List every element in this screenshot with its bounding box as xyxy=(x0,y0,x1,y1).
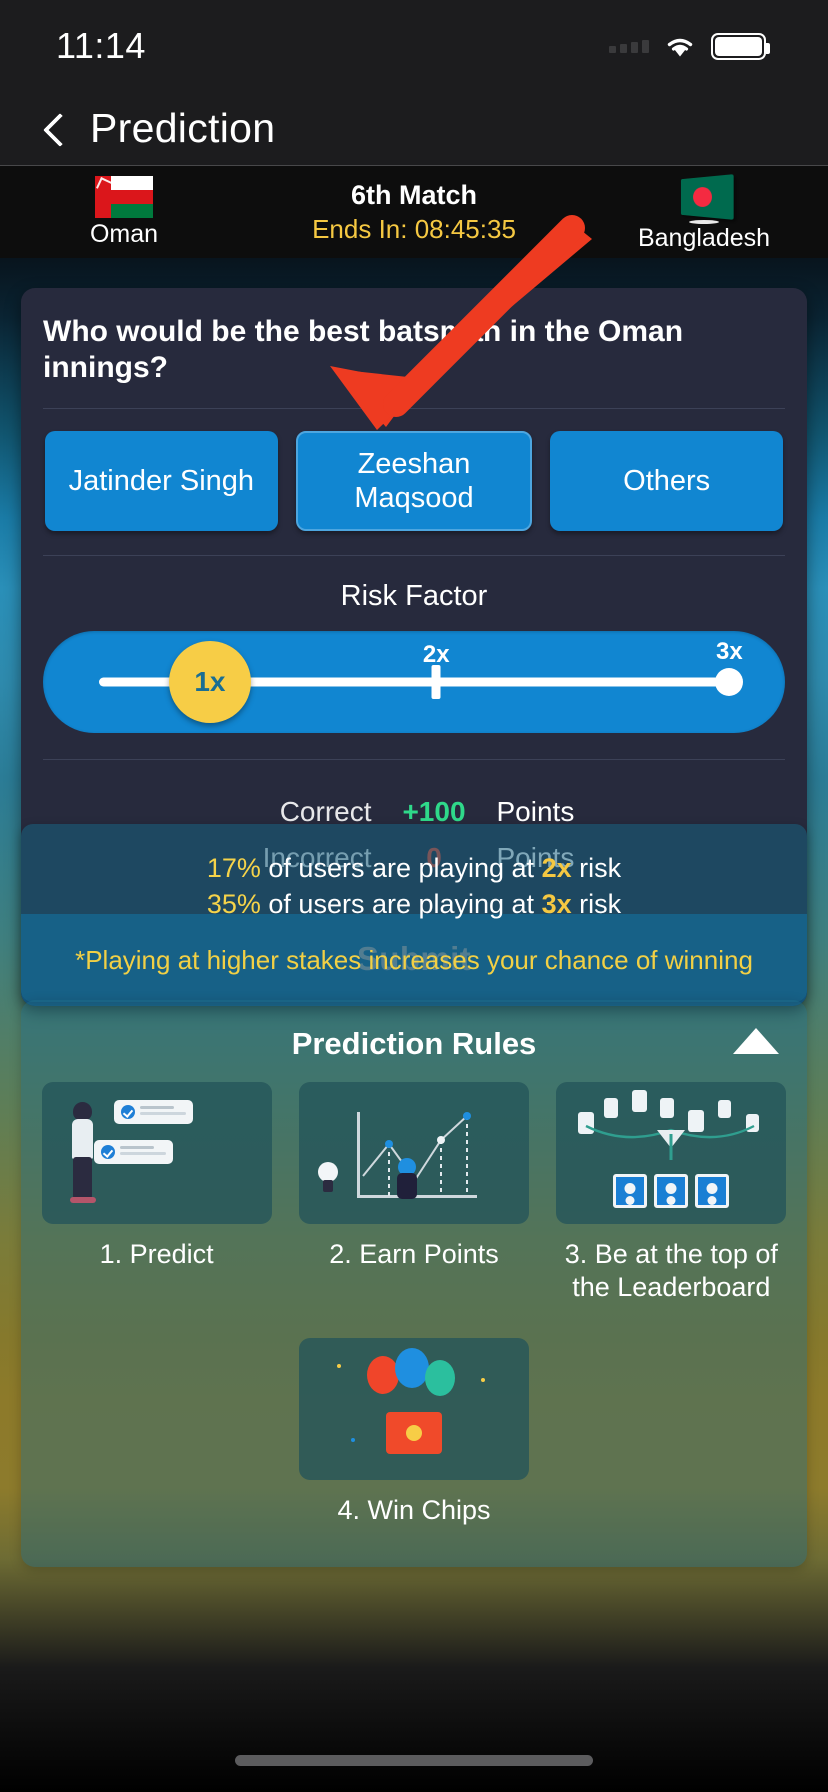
slider-tick-3x[interactable]: 3x xyxy=(715,638,744,696)
predict-illustration xyxy=(41,1082,272,1224)
risk-factor-label: Risk Factor xyxy=(340,580,488,612)
rules-grid: 1. Predict 2. Earn Points 3. Be at the t… xyxy=(39,1082,789,1304)
slider-tick-2x[interactable]: 2x xyxy=(423,641,450,699)
rules-header: Prediction Rules xyxy=(39,1022,789,1082)
risk-stats-card: 17% of users are playing at 2x risk 35% … xyxy=(21,824,807,1002)
match-title: 6th Match xyxy=(350,179,477,210)
stat-pct-3x: 35% xyxy=(206,889,261,919)
rule-item-3[interactable]: 3. Be at the top of the Leaderboard xyxy=(554,1082,789,1304)
stat-mult-2x: 2x xyxy=(541,853,572,883)
option-group: Jatinder Singh Zeeshan Maqsood Others xyxy=(21,409,807,555)
stat-mid-2x: of users are playing at xyxy=(268,853,535,883)
cellular-signal-icon xyxy=(609,39,649,53)
wifi-icon xyxy=(663,33,697,59)
rules-grid-row-2: 4. Win Chips xyxy=(39,1337,789,1527)
prediction-question: Who would be the best batsman in the Oma… xyxy=(43,315,684,384)
bangladesh-flag-icon xyxy=(677,172,734,222)
match-header: Oman 6th Match Ends In: 08:45:35 Banglad… xyxy=(0,166,828,258)
prediction-rules-card: Prediction Rules 1. Predict 2. Earn Poin… xyxy=(21,1000,807,1567)
app-screen: 11:14 Prediction Oman 6th Match Ends In:… xyxy=(0,0,828,1792)
stat-pct-2x: 17% xyxy=(206,853,261,883)
navigation-bar: Prediction xyxy=(0,92,828,166)
stat-line-2x: 17% of users are playing at 2x risk xyxy=(39,853,789,884)
oman-flag-icon xyxy=(95,175,153,218)
slider-tick-label-3x: 3x xyxy=(715,638,743,665)
status-icons xyxy=(609,32,770,60)
rules-title: Prediction Rules xyxy=(291,1026,537,1061)
rule-label-2: 2. Earn Points xyxy=(329,1239,499,1269)
rule-item-4[interactable]: 4. Win Chips xyxy=(299,1337,529,1527)
slider-knob[interactable]: 1x xyxy=(168,641,251,723)
match-info: 6th Match Ends In: 08:45:35 xyxy=(214,180,614,245)
leaderboard-illustration xyxy=(556,1082,787,1224)
scroll-content: Who would be the best batsman in the Oma… xyxy=(0,258,828,1792)
team-left: Oman xyxy=(34,175,214,249)
battery-icon xyxy=(711,32,770,60)
stat-mid-3x: of users are playing at xyxy=(268,889,535,919)
rule-item-2[interactable]: 2. Earn Points xyxy=(296,1082,531,1304)
option-button-2[interactable]: Others xyxy=(550,431,784,531)
caret-up-icon[interactable] xyxy=(733,1028,779,1054)
option-button-1[interactable]: Zeeshan Maqsood xyxy=(295,431,533,531)
home-indicator[interactable] xyxy=(235,1755,593,1766)
rule-label-1: 1. Predict xyxy=(99,1239,214,1269)
team-right-name: Bangladesh xyxy=(637,223,771,252)
stat-note: *Playing at higher stakes increases your… xyxy=(75,945,753,975)
stat-line-3x: 35% of users are playing at 3x risk xyxy=(39,889,789,920)
back-chevron-icon[interactable] xyxy=(38,112,72,146)
option-button-0[interactable]: Jatinder Singh xyxy=(45,431,278,531)
page-title: Prediction xyxy=(90,105,276,151)
rule-label-3: 3. Be at the top of the Leaderboard xyxy=(564,1239,778,1302)
team-left-name: Oman xyxy=(89,219,159,248)
balloons-chips-illustration xyxy=(299,1337,529,1480)
stat-mult-3x: 3x xyxy=(541,889,572,919)
risk-slider-wrap: 2x 3x 1x xyxy=(21,631,807,733)
stat-tail-2x: risk xyxy=(579,853,622,883)
stat-tail-3x: risk xyxy=(579,889,622,919)
match-timer: Ends In: 08:45:35 xyxy=(312,213,516,244)
status-time: 11:14 xyxy=(56,25,146,66)
rule-item-1[interactable]: 1. Predict xyxy=(39,1082,274,1304)
risk-slider[interactable]: 2x 3x 1x xyxy=(43,631,785,733)
rule-label-4: 4. Win Chips xyxy=(337,1494,491,1525)
team-right: Bangladesh xyxy=(614,172,794,253)
chart-illustration xyxy=(298,1082,529,1224)
slider-tick-label-2x: 2x xyxy=(422,641,450,668)
status-bar: 11:14 xyxy=(0,0,828,92)
